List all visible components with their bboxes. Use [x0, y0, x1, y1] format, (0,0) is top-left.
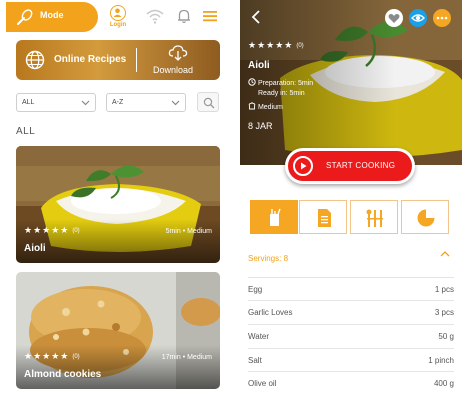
- bell-icon[interactable]: [175, 8, 193, 24]
- ingredients-icon: [270, 208, 281, 226]
- chevron-down-icon: [81, 100, 90, 106]
- rating-count: (0): [72, 228, 80, 234]
- whisk-icon: [17, 9, 33, 25]
- tab-ingredients[interactable]: [250, 200, 298, 234]
- start-cooking-button[interactable]: START COOKING: [285, 148, 415, 184]
- search-icon: [203, 97, 215, 109]
- document-icon: [318, 209, 331, 227]
- ingredient-qty: 400 g: [433, 379, 454, 388]
- sort-select-value: A-Z: [112, 99, 124, 106]
- pie-chart-icon: [417, 209, 435, 227]
- download-label: Download: [153, 65, 194, 75]
- difficulty-label: Medium: [257, 104, 283, 111]
- ingredient-qty: 1 pcs: [434, 285, 454, 294]
- preparation-label: Preparation: 5min: [257, 80, 314, 87]
- yield-label: 8 JAR: [248, 121, 273, 131]
- ingredient-name: Egg: [248, 285, 263, 294]
- online-recipes-label: Online Recipes: [54, 54, 127, 65]
- utensils-icon: [366, 209, 383, 227]
- recipe-meta: 17min • Medium: [161, 354, 212, 361]
- section-title: ALL: [16, 126, 36, 137]
- login-button[interactable]: Login: [107, 5, 129, 28]
- ingredient-qty: 3 pcs: [434, 308, 454, 317]
- recipe-card[interactable]: ★★★★★ (0) 5min • Medium Aioli: [16, 146, 220, 263]
- tab-tools[interactable]: [350, 200, 398, 234]
- ingredient-row: Salt 1 pinch: [248, 348, 454, 371]
- clock-icon: [248, 78, 256, 86]
- category-select[interactable]: ALL: [16, 93, 96, 112]
- ready-time: Ready in: 5min: [258, 90, 305, 97]
- recipe-card[interactable]: ★★★★★ (0) 17min • Medium Almond cookies: [16, 272, 220, 389]
- chef-hat-icon: [248, 102, 256, 110]
- heart-icon: [388, 13, 400, 23]
- view-button[interactable]: [409, 9, 427, 27]
- start-cooking-label: START COOKING: [326, 161, 396, 170]
- ingredient-name: Salt: [248, 356, 262, 365]
- cloud-download-icon: [168, 45, 188, 61]
- search-button[interactable]: [197, 92, 219, 112]
- more-options-button[interactable]: [433, 9, 451, 27]
- recipe-meta: 5min • Medium: [165, 228, 212, 235]
- ingredient-row: Garlic Loves 3 pcs: [248, 300, 454, 323]
- ingredient-row: Olive oil 400 g: [248, 371, 454, 394]
- rating-stars: ★★★★★ (0): [24, 351, 80, 362]
- hamburger-menu-icon[interactable]: [201, 8, 219, 24]
- banner-divider: [136, 48, 138, 72]
- mode-button[interactable]: Mode: [6, 2, 98, 32]
- ingredient-name: Water: [248, 332, 270, 341]
- rating-stars: ★★★★★ (0): [248, 40, 304, 51]
- back-arrow-icon[interactable]: [250, 10, 262, 24]
- globe-icon: [25, 50, 45, 70]
- mode-label: Mode: [40, 10, 64, 20]
- online-recipes-banner[interactable]: Online Recipes Download: [16, 40, 220, 80]
- chevron-down-icon: [171, 100, 180, 106]
- top-bar: Mode Login: [6, 2, 228, 32]
- favorite-button[interactable]: [385, 9, 403, 27]
- more-dots-icon: [436, 16, 448, 20]
- ingredient-row: Egg 1 pcs: [248, 277, 454, 300]
- preparation-time: Preparation: 5min: [248, 78, 313, 87]
- difficulty: Medium: [248, 102, 283, 111]
- recipe-detail-screen: ★★★★★ (0) Aioli Preparation: 5min Ready i…: [240, 0, 462, 394]
- play-icon: [293, 156, 313, 176]
- recipe-title: Aioli: [248, 60, 270, 71]
- recipe-title: Aioli: [24, 243, 46, 254]
- tab-nutrition[interactable]: [401, 200, 449, 234]
- eye-icon: [411, 14, 425, 22]
- ingredient-qty: 1 pinch: [428, 356, 454, 365]
- ingredient-name: Garlic Loves: [248, 308, 293, 317]
- wifi-icon[interactable]: [146, 8, 164, 24]
- login-label: Login: [109, 22, 127, 28]
- stars-glyphs: ★★★★★: [24, 351, 70, 361]
- category-select-value: ALL: [22, 99, 35, 106]
- servings-label: Servings: 8: [248, 254, 289, 263]
- recipe-hero: ★★★★★ (0) Aioli Preparation: 5min Ready i…: [240, 0, 462, 165]
- sort-select[interactable]: A-Z: [106, 93, 186, 112]
- rating-count: (0): [72, 354, 80, 360]
- ingredient-row: Water 50 g: [248, 324, 454, 347]
- stars-glyphs: ★★★★★: [24, 225, 70, 235]
- recipe-list-screen: Mode Login Online Recipes Download ALL A…: [6, 0, 228, 394]
- rating-stars: ★★★★★ (0): [24, 225, 80, 236]
- chevron-up-icon[interactable]: [440, 250, 450, 258]
- ingredient-name: Olive oil: [248, 379, 277, 388]
- recipe-title: Almond cookies: [24, 369, 102, 380]
- user-icon: [110, 5, 126, 21]
- rating-count: (0): [296, 43, 304, 49]
- ingredient-qty: 50 g: [438, 332, 454, 341]
- tab-instructions[interactable]: [299, 200, 347, 234]
- stars-glyphs: ★★★★★: [248, 40, 294, 50]
